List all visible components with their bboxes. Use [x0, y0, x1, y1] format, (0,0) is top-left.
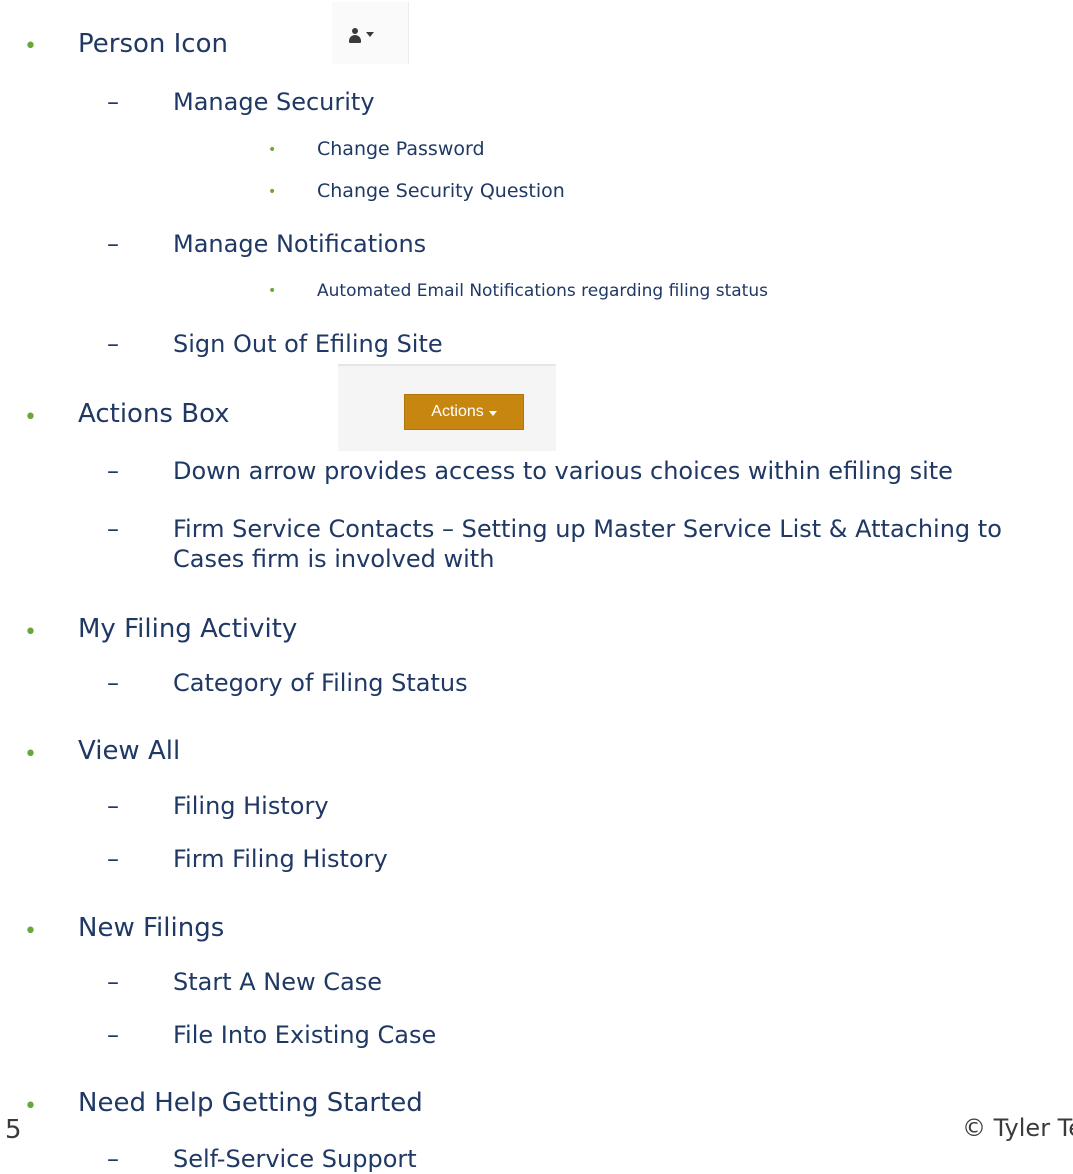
item-change-security-question: Change Security Question	[317, 180, 565, 202]
item-person-icon: Person Icon	[78, 29, 228, 59]
bullet: •	[24, 405, 37, 430]
item-sign-out: Sign Out of Efiling Site	[173, 330, 443, 358]
item-change-password: Change Password	[317, 138, 485, 160]
item-my-filing-activity: My Filing Activity	[78, 614, 298, 644]
person-icon	[352, 28, 358, 34]
dash: –	[107, 845, 119, 873]
bullet: •	[24, 919, 37, 944]
item-firm-filing-history: Firm Filing History	[173, 845, 388, 873]
person-icon-body	[349, 35, 361, 43]
bullet: •	[24, 34, 37, 59]
dash: –	[107, 457, 119, 485]
item-self-service-support: Self-Service Support	[173, 1145, 417, 1173]
dash: –	[107, 1021, 119, 1049]
bullet: •	[24, 620, 37, 645]
caret-down-icon	[366, 32, 374, 37]
item-firm-service-contacts-cont: Cases firm is involved with	[173, 545, 495, 573]
item-down-arrow: Down arrow provides access to various ch…	[173, 457, 953, 485]
actions-button[interactable]: Actions	[404, 394, 524, 430]
dash: –	[107, 1145, 119, 1173]
item-actions-box: Actions Box	[78, 399, 230, 429]
dash: –	[107, 792, 119, 820]
bullet: •	[24, 1094, 37, 1119]
page-number: 5	[5, 1115, 22, 1145]
person-icon-snapshot[interactable]	[332, 2, 409, 64]
dash: –	[107, 330, 119, 358]
item-file-into-existing-case: File Into Existing Case	[173, 1021, 437, 1049]
bullet: •	[24, 742, 37, 767]
item-category-of-filing-status: Category of Filing Status	[173, 669, 468, 697]
dash: –	[107, 669, 119, 697]
footer-copyright: © Tyler Te	[962, 1114, 1073, 1142]
bullet: •	[268, 142, 277, 158]
actions-snapshot: Actions	[338, 364, 556, 451]
dash: –	[107, 230, 119, 258]
item-start-new-case: Start A New Case	[173, 968, 383, 996]
item-firm-service-contacts: Firm Service Contacts – Setting up Maste…	[173, 515, 1002, 543]
bullet: •	[268, 283, 277, 299]
caret-down-icon	[488, 410, 497, 416]
item-new-filings: New Filings	[78, 913, 225, 943]
item-manage-security: Manage Security	[173, 88, 375, 116]
bullet: •	[268, 184, 277, 200]
item-view-all: View All	[78, 736, 181, 766]
item-manage-notifications: Manage Notifications	[173, 230, 427, 258]
dash: –	[107, 515, 119, 543]
item-automated-email-notifications: Automated Email Notifications regarding …	[317, 281, 768, 301]
dash: –	[107, 968, 119, 996]
item-filing-history: Filing History	[173, 792, 329, 820]
dash: –	[107, 88, 119, 116]
item-need-help: Need Help Getting Started	[78, 1088, 423, 1118]
actions-button-label: Actions	[431, 403, 484, 420]
